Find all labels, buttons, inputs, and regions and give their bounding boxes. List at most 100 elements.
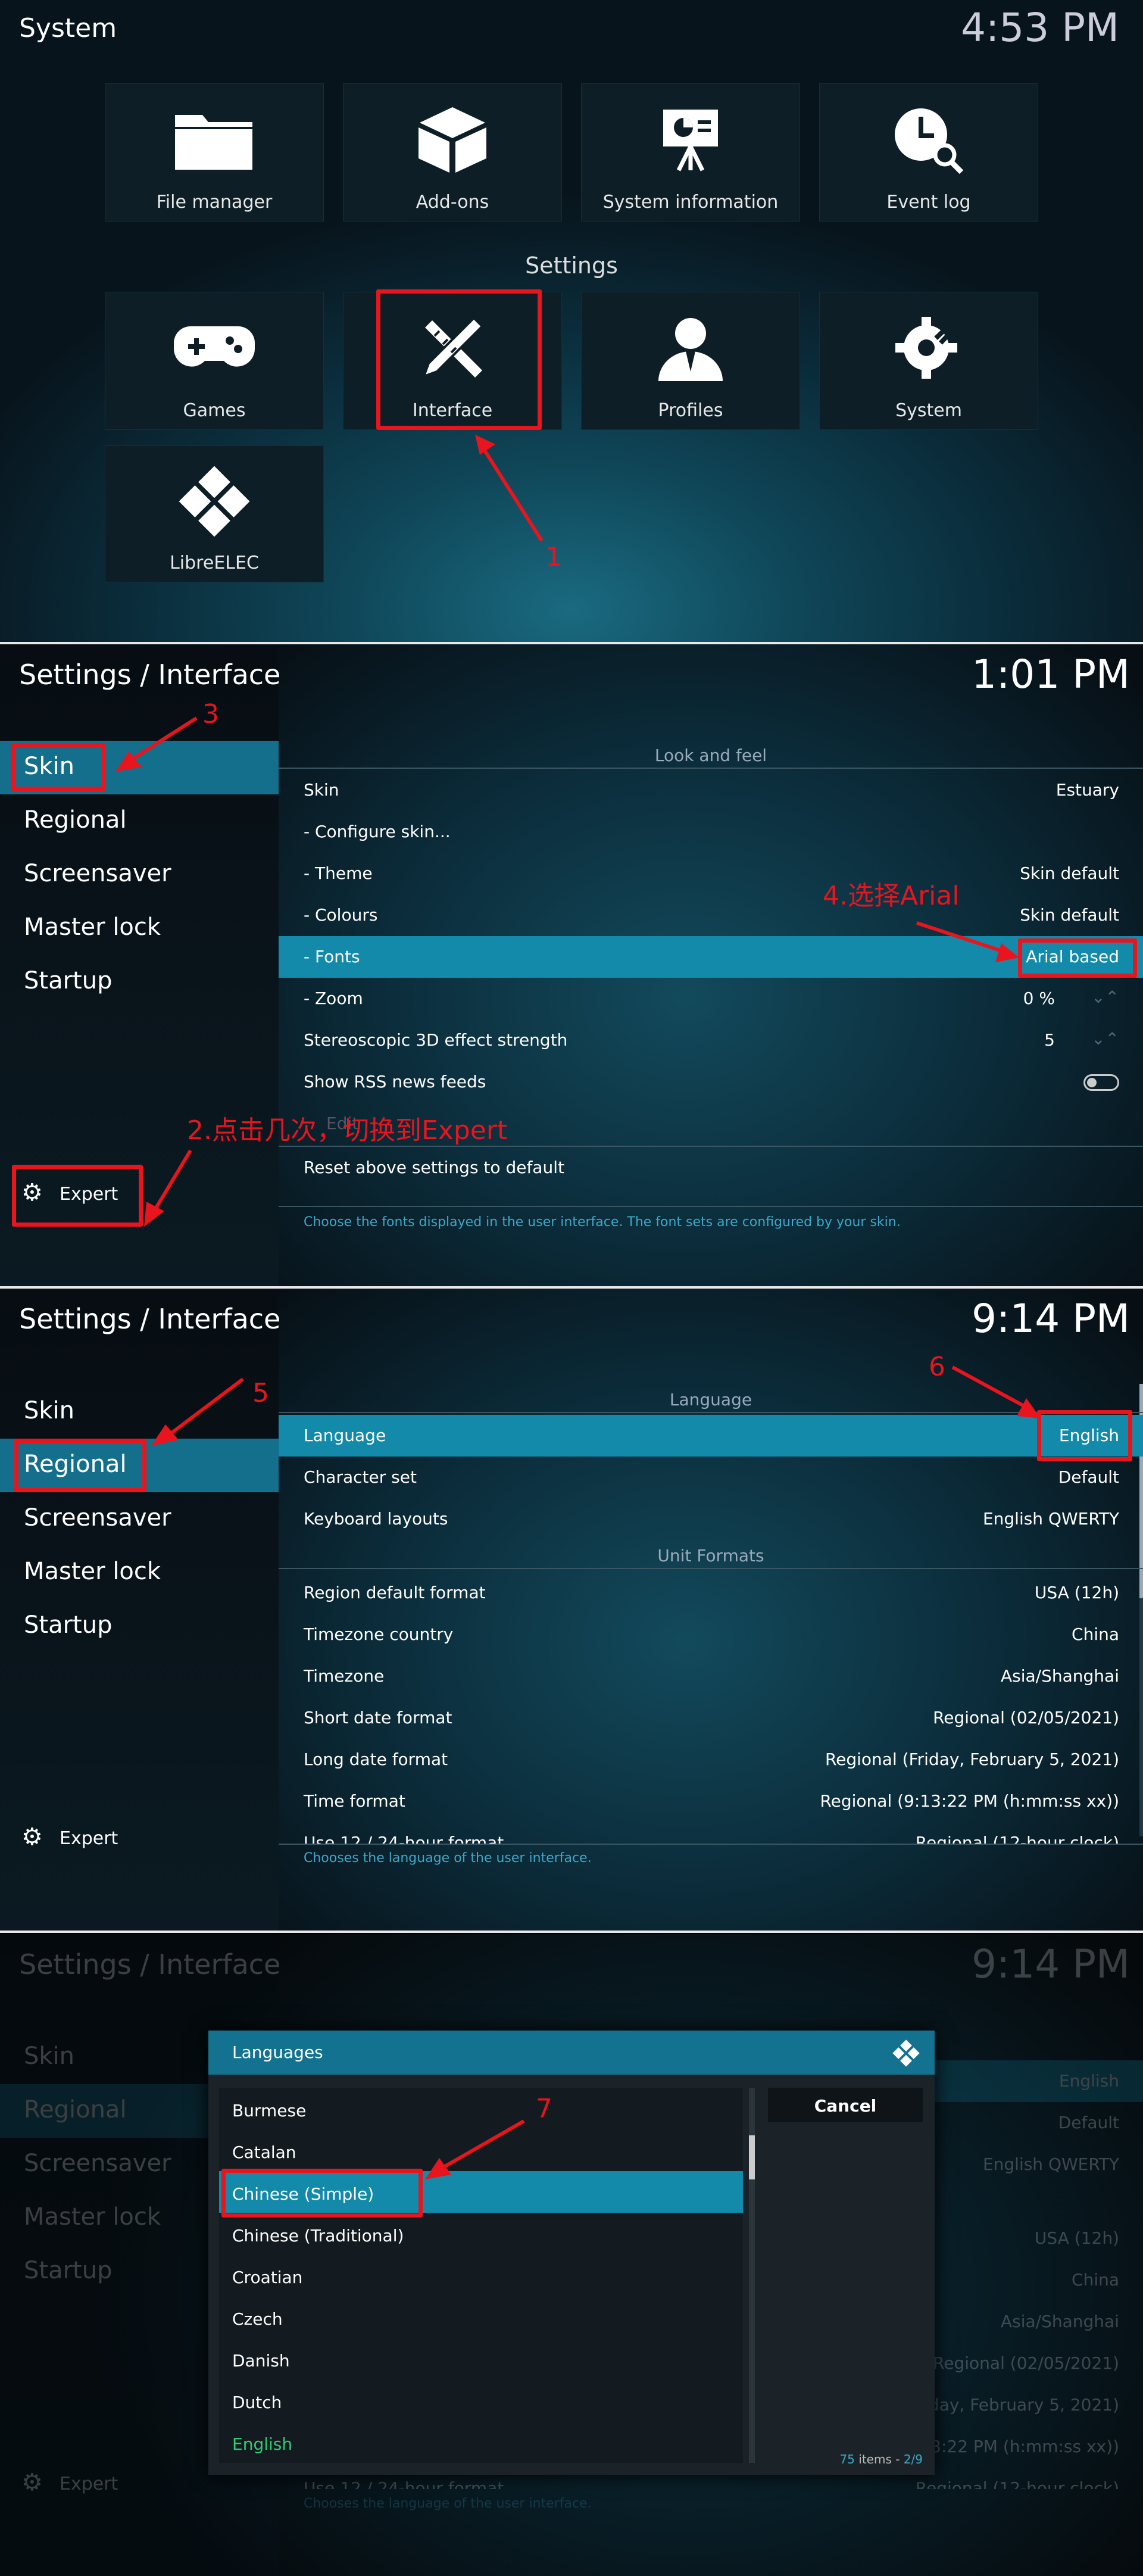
annotation-label-4: 4.选择Arial xyxy=(823,881,960,911)
sidebar-item-regional: Regional xyxy=(24,2096,127,2123)
setting-label: - Fonts xyxy=(304,947,360,966)
sidebar-item-screensaver: Screensaver xyxy=(24,2150,171,2177)
setting-description: Choose the fonts displayed in the user i… xyxy=(304,1215,901,1230)
box-icon xyxy=(343,101,561,178)
page-title: System xyxy=(19,13,117,43)
sidebar-item-master-lock[interactable]: Master lock xyxy=(24,1558,161,1585)
tile-label: System information xyxy=(602,192,779,213)
annotation-label-3: 3 xyxy=(202,699,219,729)
setting-label: - Configure skin... xyxy=(304,822,451,841)
setting-row-short-date[interactable]: Short date format Regional (02/05/2021) xyxy=(279,1697,1143,1739)
spinner-arrows-icon[interactable]: ⌄⌃ xyxy=(1091,987,1119,1007)
tile-system-information[interactable]: System information xyxy=(581,83,800,222)
setting-row-12-24-hour[interactable]: Use 12 / 24-hour format Regional (12-hour… xyxy=(279,1822,1143,1844)
page-title: Settings / Interface xyxy=(19,659,281,691)
setting-row-skin[interactable]: Skin Estuary xyxy=(279,769,1143,811)
interface-regional-screen: Skin Regional Screensaver Master lock St… xyxy=(0,1289,1143,1931)
spinner-arrows-icon[interactable]: ⌄⌃ xyxy=(1091,1029,1119,1049)
annotation-arrow-5 xyxy=(151,1377,244,1446)
setting-row-zoom[interactable]: - Zoom 0 % ⌄⌃ xyxy=(279,978,1143,1019)
setting-row-stereoscopic[interactable]: Stereoscopic 3D effect strength 5 ⌄⌃ xyxy=(279,1019,1143,1061)
setting-row-theme[interactable]: - Theme Skin default xyxy=(279,853,1143,894)
cancel-button[interactable]: Cancel xyxy=(768,2088,923,2122)
dialog-header: Languages xyxy=(208,2031,935,2075)
section-header: Look and feel xyxy=(279,746,1143,769)
setting-label: Language xyxy=(304,1426,386,1445)
setting-value: Asia/Shanghai xyxy=(1001,2312,1119,2331)
sidebar-item-master-lock[interactable]: Master lock xyxy=(24,913,161,941)
setting-row-reset[interactable]: Reset above settings to default xyxy=(279,1146,1143,1187)
setting-value: Regional (12-hour clock) xyxy=(915,2478,1119,2489)
annotation-box-regional xyxy=(14,1439,146,1492)
expert-level-button: Expert xyxy=(60,2474,118,2494)
tile-file-manager[interactable]: File manager xyxy=(105,83,324,222)
setting-label: Region default format xyxy=(304,1583,486,1602)
list-item[interactable]: Chinese (Traditional) xyxy=(219,2213,743,2254)
toggle-knob xyxy=(1087,1078,1097,1087)
setting-value: English QWERTY xyxy=(982,1509,1119,1529)
setting-value: Estuary xyxy=(1055,780,1119,800)
annotation-label-6: 6 xyxy=(929,1352,945,1382)
setting-label: - Colours xyxy=(304,905,378,925)
tile-label: Event log xyxy=(886,192,971,213)
scrollbar-thumb[interactable] xyxy=(749,2135,755,2179)
tile-profiles[interactable]: Profiles xyxy=(581,292,800,430)
presentation-icon xyxy=(582,101,800,178)
setting-row-character-set[interactable]: Character set Default xyxy=(279,1457,1143,1498)
sidebar-item-skin[interactable]: Skin xyxy=(24,1397,74,1424)
tile-label: File manager xyxy=(156,192,273,213)
setting-value: English xyxy=(1058,2071,1119,2091)
libreelec-logo-icon xyxy=(105,463,323,540)
tile-add-ons[interactable]: Add-ons xyxy=(343,83,562,222)
sidebar-item-startup[interactable]: Startup xyxy=(24,1611,112,1639)
kodi-logo-icon xyxy=(892,2039,920,2067)
toggle-switch[interactable] xyxy=(1083,1074,1119,1091)
annotation-label-2: 2.点击几次，切换到Expert xyxy=(187,1115,508,1146)
setting-row-timezone[interactable]: Timezone Asia/Shanghai xyxy=(279,1655,1143,1697)
tile-label: Profiles xyxy=(658,400,723,421)
setting-row-keyboard-layouts[interactable]: Keyboard layouts English QWERTY xyxy=(279,1498,1143,1540)
setting-row-region-format[interactable]: Region default format USA (12h) xyxy=(279,1572,1143,1614)
tile-libreelec[interactable]: LibreELEC xyxy=(105,445,324,582)
tile-event-log[interactable]: Event log xyxy=(819,83,1038,222)
setting-label: - Theme xyxy=(304,863,373,883)
setting-label: Timezone country xyxy=(304,1624,454,1644)
sidebar-item-startup[interactable]: Startup xyxy=(24,967,112,994)
tile-label: Add-ons xyxy=(416,192,489,213)
settings-heading: Settings xyxy=(525,252,618,279)
setting-value: China xyxy=(1072,2270,1119,2290)
gear-icon: ⚙ xyxy=(21,1823,43,1851)
page-title: Settings / Interface xyxy=(19,1948,281,1981)
divider xyxy=(0,1931,1143,1933)
annotation-box-expert xyxy=(12,1165,143,1227)
tile-games[interactable]: Games xyxy=(105,292,324,430)
setting-row-rss[interactable]: Show RSS news feeds xyxy=(279,1061,1143,1103)
sidebar-item-screensaver[interactable]: Screensaver xyxy=(24,860,171,887)
list-item-current[interactable]: English xyxy=(219,2421,743,2463)
expert-level-button[interactable]: Expert xyxy=(60,1828,118,1849)
setting-label: Use 12 / 24-hour format xyxy=(304,2478,504,2489)
sidebar-item-screensaver[interactable]: Screensaver xyxy=(24,1504,171,1532)
scrollbar[interactable] xyxy=(749,2088,755,2463)
list-item[interactable]: Czech xyxy=(219,2296,743,2338)
tile-system[interactable]: System xyxy=(819,292,1038,430)
setting-row-time-format[interactable]: Time format Regional (9:13:22 PM (h:mm:ss… xyxy=(279,1780,1143,1822)
setting-row-long-date[interactable]: Long date format Regional (Friday, Februa… xyxy=(279,1739,1143,1780)
setting-label: Short date format xyxy=(304,1708,452,1727)
setting-value: Skin default xyxy=(1020,863,1119,883)
sidebar-item-master-lock: Master lock xyxy=(24,2203,161,2231)
setting-value: Regional (Friday, February 5, 2021) xyxy=(825,1749,1119,1769)
sidebar-item-regional[interactable]: Regional xyxy=(24,806,127,834)
list-item[interactable]: Dutch xyxy=(219,2379,743,2421)
list-item[interactable]: Croatian xyxy=(219,2254,743,2296)
setting-value: Skin default xyxy=(1020,905,1119,925)
annotation-box-skin xyxy=(11,743,106,791)
annotation-arrow-1 xyxy=(475,435,544,542)
list-item[interactable]: Danish xyxy=(219,2338,743,2379)
setting-row-timezone-country[interactable]: Timezone country China xyxy=(279,1614,1143,1655)
annotation-arrow-2 xyxy=(144,1149,192,1227)
annotation-arrow-6 xyxy=(951,1365,1041,1418)
languages-dialog: Languages Burmese Catalan Chinese (Simpl… xyxy=(208,2031,935,2475)
clock: 4:53 PM xyxy=(961,5,1119,51)
setting-row-configure-skin[interactable]: - Configure skin... xyxy=(279,811,1143,853)
